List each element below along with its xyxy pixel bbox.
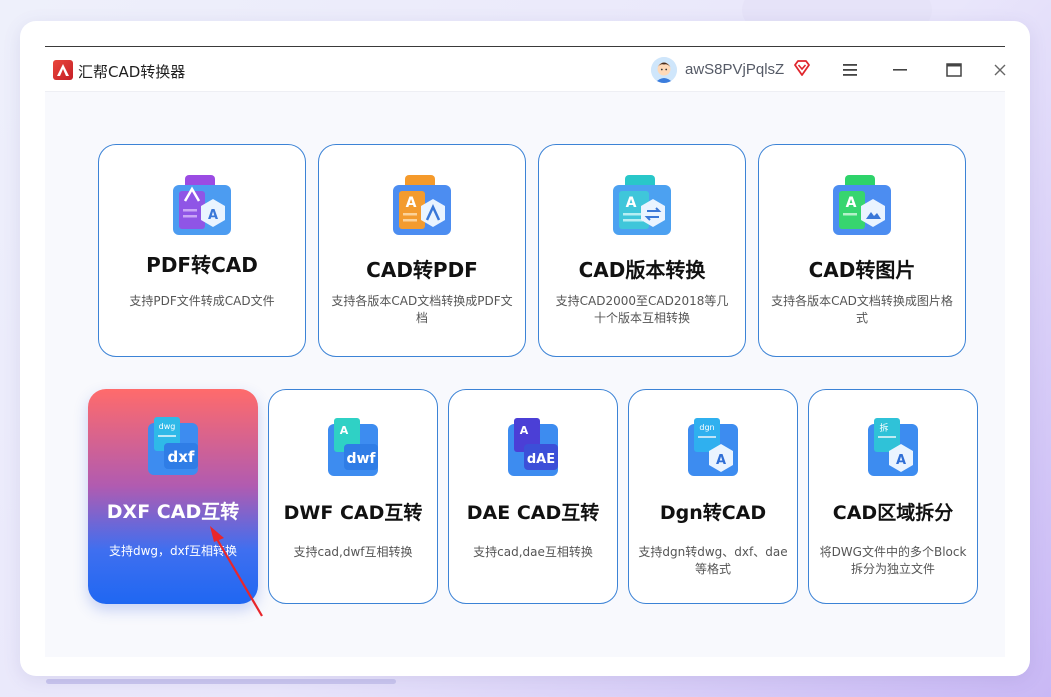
card-description: 支持cad,dwf互相转换 — [293, 545, 413, 559]
svg-text:dgn: dgn — [699, 423, 714, 432]
card-description: 支持各版本CAD文档转换成图片格式 — [771, 294, 953, 325]
cad-to-pdf-icon: A — [391, 175, 453, 237]
maximize-icon — [946, 63, 962, 77]
background-decoration — [46, 679, 396, 684]
card-description: 支持cad,dae互相转换 — [473, 545, 593, 559]
card-cad-region-split[interactable]: 拆 A CAD区域拆分 将DWG文件中的多个Block拆分为独立文件 — [808, 389, 978, 604]
app-logo-icon — [53, 60, 73, 80]
card-title: DXF CAD互转 — [106, 501, 240, 523]
card-cad-to-image[interactable]: A CAD转图片 支持各版本CAD文档转换成图片格式 — [758, 144, 966, 357]
svg-text:dwg: dwg — [159, 422, 176, 431]
minimize-icon — [893, 69, 907, 71]
card-description: 将DWG文件中的多个Block拆分为独立文件 — [819, 545, 967, 576]
minimize-button[interactable] — [887, 57, 913, 83]
svg-text:A: A — [520, 424, 529, 437]
card-cad-version[interactable]: A CAD版本转换 支持CAD2000至CAD2018等几十个版本互相转换 — [538, 144, 746, 357]
card-title: CAD转图片 — [808, 258, 916, 282]
card-description: 支持PDF文件转成CAD文件 — [129, 294, 275, 308]
vip-diamond-icon[interactable] — [793, 59, 811, 77]
card-title: PDF转CAD — [146, 253, 258, 277]
card-title: DAE CAD互转 — [466, 502, 600, 524]
svg-text:拆: 拆 — [879, 422, 888, 434]
card-dwf-cad[interactable]: A dwf DWF CAD互转 支持cad,dwf互相转换 — [268, 389, 438, 604]
card-dxf-cad[interactable]: dwg dxf DXF CAD互转 支持dwg，dxf互相转换 — [88, 389, 258, 604]
maximize-button[interactable] — [941, 57, 967, 83]
card-title: Dgn转CAD — [659, 502, 767, 524]
card-title: DWF CAD互转 — [283, 502, 423, 524]
avatar-icon[interactable] — [651, 57, 677, 83]
svg-text:dxf: dxf — [168, 448, 195, 466]
svg-text:A: A — [896, 453, 906, 468]
svg-text:A: A — [208, 208, 218, 223]
svg-text:A: A — [340, 424, 349, 437]
menu-icon — [843, 64, 857, 76]
close-icon — [994, 64, 1006, 76]
split-icon: 拆 A — [862, 418, 924, 480]
card-description: 支持dgn转dwg、dxf、dae等格式 — [638, 545, 788, 576]
card-pdf-to-cad[interactable]: A PDF转CAD 支持PDF文件转成CAD文件 — [98, 144, 306, 357]
dwf-icon: A dwf — [322, 418, 384, 480]
card-title: CAD版本转换 — [578, 258, 706, 282]
card-title: CAD区域拆分 — [832, 502, 954, 524]
dxf-icon: dwg dxf — [142, 417, 204, 479]
app-window: 汇帮CAD转换器 awS8PVjPqlsZ A PDF转CAD 支持PDF文件转… — [20, 21, 1030, 676]
svg-text:A: A — [626, 195, 637, 211]
title-bar: 汇帮CAD转换器 awS8PVjPqlsZ — [45, 47, 1006, 92]
cad-version-icon: A — [611, 175, 673, 237]
card-description: 支持CAD2000至CAD2018等几十个版本互相转换 — [555, 294, 729, 325]
card-description: 支持dwg，dxf互相转换 — [109, 544, 237, 558]
username-label[interactable]: awS8PVjPqlsZ — [685, 61, 784, 78]
close-button[interactable] — [987, 57, 1013, 83]
pdf-to-cad-icon: A — [171, 175, 233, 237]
card-dgn-to-cad[interactable]: dgn A Dgn转CAD 支持dgn转dwg、dxf、dae等格式 — [628, 389, 798, 604]
menu-button[interactable] — [837, 57, 863, 83]
svg-text:dwf: dwf — [346, 451, 376, 467]
card-dae-cad[interactable]: A dAE DAE CAD互转 支持cad,dae互相转换 — [448, 389, 618, 604]
card-cad-to-pdf[interactable]: A CAD转PDF 支持各版本CAD文档转换成PDF文档 — [318, 144, 526, 357]
svg-text:dAE: dAE — [527, 452, 555, 467]
window-content: 汇帮CAD转换器 awS8PVjPqlsZ A PDF转CAD 支持PDF文件转… — [45, 46, 1006, 657]
svg-text:A: A — [406, 195, 417, 211]
dae-icon: A dAE — [502, 418, 564, 480]
card-title: CAD转PDF — [366, 258, 478, 282]
app-title: 汇帮CAD转换器 — [78, 63, 186, 81]
cad-to-image-icon: A — [831, 175, 893, 237]
svg-text:A: A — [716, 453, 726, 468]
card-description: 支持各版本CAD文档转换成PDF文档 — [331, 294, 513, 325]
dgn-icon: dgn A — [682, 418, 744, 480]
svg-text:A: A — [846, 195, 857, 211]
